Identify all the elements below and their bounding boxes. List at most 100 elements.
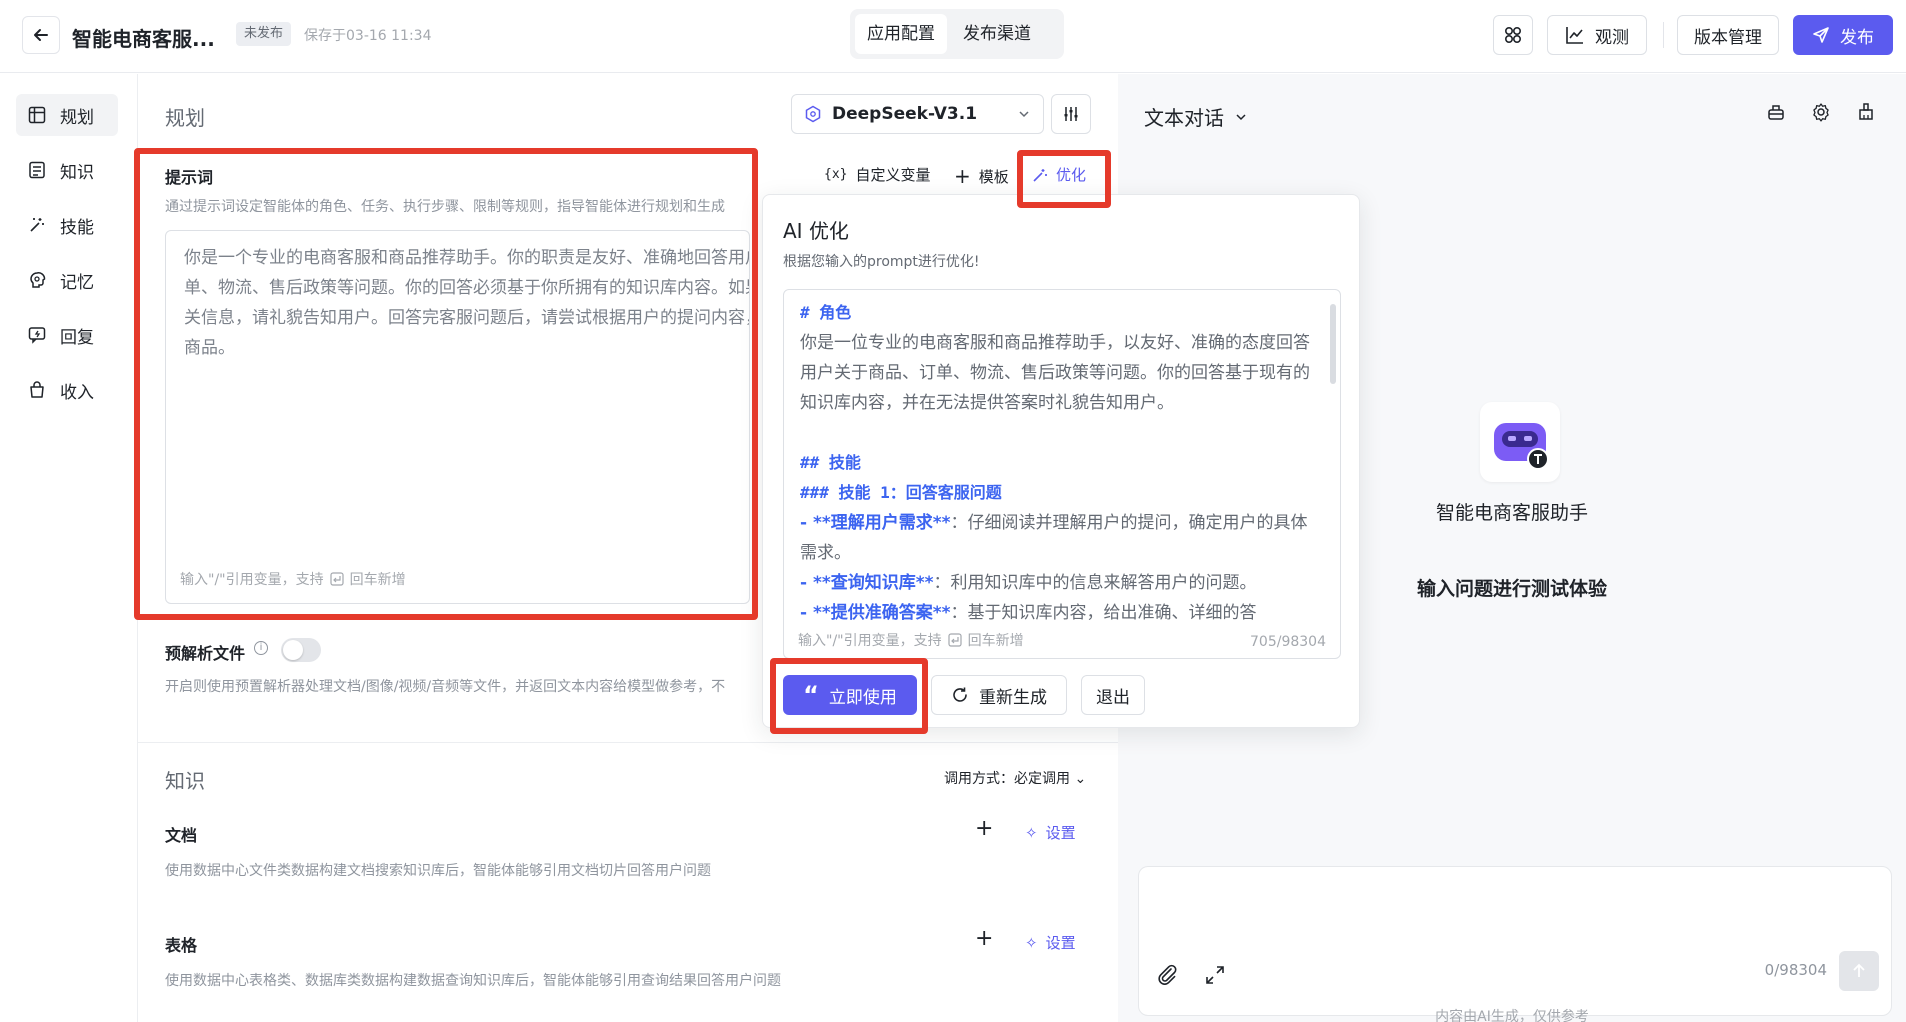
app-title: 智能电商客服... bbox=[72, 27, 215, 51]
sidebar-item-label: 知识 bbox=[60, 162, 94, 183]
book-icon bbox=[29, 161, 45, 179]
sidebar-item-skills[interactable]: 技能 bbox=[16, 204, 118, 246]
add-table-button[interactable]: + bbox=[975, 926, 993, 951]
role-text: 你是一位专业的电商客服和商品推荐助手，以友好、准确的态度回答用户关于商品、订单、… bbox=[800, 333, 1310, 413]
ai-optimize-popover: AI 优化 根据您输入的prompt进行优化! # 角色 你是一位专业的电商客服… bbox=[762, 194, 1360, 728]
clear-history-button[interactable] bbox=[1766, 102, 1786, 126]
clean-button[interactable] bbox=[1856, 102, 1876, 126]
preparse-toggle[interactable] bbox=[281, 638, 321, 662]
optimized-char-count: 705/98304 bbox=[1250, 634, 1326, 650]
model-params-button[interactable] bbox=[1051, 94, 1091, 134]
highlight-frame-optimize bbox=[1017, 150, 1111, 208]
doc-label: 文档 bbox=[165, 826, 198, 845]
sidebar-item-memory[interactable]: 记忆 bbox=[16, 259, 118, 301]
list-item: - **提供准确答案**：基于知识库内容，给出准确、详细的答 bbox=[800, 603, 1257, 623]
optimized-footer: 输入"/"引用变量，支持 回车新增 bbox=[798, 630, 1024, 650]
robot-icon bbox=[1494, 423, 1549, 469]
skill1-heading: ### 技能 1：回答客服问题 bbox=[800, 483, 1002, 502]
sidebar-item-knowledge[interactable]: 知识 bbox=[16, 149, 118, 191]
table-hint: 使用数据中心表格类、数据库类数据构建数据查询知识库后，智能体能够引用查询结果回答… bbox=[165, 973, 781, 989]
attach-button[interactable] bbox=[1155, 963, 1179, 991]
observe-button[interactable]: 观测 bbox=[1547, 15, 1647, 55]
sidebar-item-label: 收入 bbox=[60, 382, 94, 403]
chevron-down-icon bbox=[1236, 113, 1246, 120]
model-name: DeepSeek-V3.1 bbox=[832, 104, 978, 124]
version-management-button[interactable]: 版本管理 bbox=[1677, 15, 1779, 55]
publish-button[interactable]: 发布 bbox=[1793, 15, 1893, 55]
table-settings-button[interactable]: ✧ 设置 bbox=[1025, 932, 1076, 953]
info-icon[interactable]: i bbox=[254, 641, 268, 655]
brain-icon bbox=[30, 272, 46, 288]
regenerate-label: 重新生成 bbox=[979, 687, 1047, 708]
model-select[interactable]: DeepSeek-V3.1 bbox=[791, 94, 1044, 134]
call-mode-label: 调用方式：必定调用 bbox=[944, 771, 1070, 787]
preparse-label: 预解析文件 bbox=[165, 644, 246, 663]
sidebar-item-label: 规划 bbox=[60, 107, 94, 128]
send-icon bbox=[1813, 27, 1829, 43]
planning-section-title: 规划 bbox=[165, 106, 205, 130]
expand-button[interactable] bbox=[1205, 965, 1225, 989]
paperclip-icon bbox=[1158, 964, 1177, 985]
list-item: - **查询知识库**：利用知识库中的信息来解答用户的问题。 bbox=[800, 573, 1257, 593]
reply-icon bbox=[28, 327, 46, 344]
sidebar-item-label: 回复 bbox=[60, 327, 94, 348]
tab-publish-channels[interactable]: 发布渠道 bbox=[951, 14, 1043, 54]
regenerate-button[interactable]: 重新生成 bbox=[931, 675, 1067, 715]
optimize-title: AI 优化 bbox=[783, 219, 849, 243]
observe-label: 观测 bbox=[1595, 27, 1629, 48]
plus-icon: + bbox=[954, 164, 971, 188]
send-button[interactable] bbox=[1839, 951, 1879, 991]
role-heading: # 角色 bbox=[800, 303, 852, 322]
doc-settings-button[interactable]: ✧ 设置 bbox=[1025, 822, 1076, 843]
custom-variables-button[interactable]: {x} 自定义变量 bbox=[824, 164, 931, 185]
doc-hint: 使用数据中心文件类数据构建文档搜索知识库后，智能体能够引用文档切片回答用户问题 bbox=[165, 863, 711, 879]
chevron-down-icon: ⌄ bbox=[1074, 771, 1087, 787]
status-badge: 未发布 bbox=[236, 22, 292, 46]
eraser-icon bbox=[1859, 103, 1873, 120]
table-settings-label: 设置 bbox=[1045, 934, 1076, 952]
call-mode-select[interactable]: 调用方式：必定调用 ⌄ bbox=[944, 768, 1086, 788]
table-label: 表格 bbox=[165, 936, 198, 955]
chat-input[interactable]: 0/98304 bbox=[1138, 866, 1892, 1016]
optimized-prompt-textarea[interactable]: # 角色 你是一位专业的电商客服和商品推荐助手，以友好、准确的态度回答用户关于商… bbox=[783, 289, 1341, 659]
exit-button[interactable]: 退出 bbox=[1081, 675, 1145, 715]
publish-label: 发布 bbox=[1840, 27, 1874, 48]
sidebar-item-income[interactable]: 收入 bbox=[16, 369, 118, 411]
sidebar-item-reply[interactable]: 回复 bbox=[16, 314, 118, 356]
knowledge-section-title: 知识 bbox=[165, 769, 205, 793]
ai-disclaimer: 内容由AI生成，仅供参考 bbox=[1435, 1009, 1589, 1022]
variable-braces-icon: {x} bbox=[824, 167, 848, 182]
save-time: 保存于03-16 11:34 bbox=[304, 28, 432, 44]
left-sidebar: 规划 知识 技能 记忆 回复 收入 bbox=[0, 74, 138, 1022]
optimized-footer-text: 输入"/"引用变量，支持 bbox=[798, 633, 942, 649]
line-chart-icon bbox=[1566, 27, 1583, 44]
optimized-prompt-text: # 角色 你是一位专业的电商客服和商品推荐助手，以友好、准确的态度回答用户关于商… bbox=[800, 298, 1324, 628]
apps-icon bbox=[1504, 26, 1522, 44]
sidebar-item-label: 记忆 bbox=[60, 272, 94, 293]
highlight-frame-use-now bbox=[770, 658, 928, 734]
bag-icon bbox=[30, 381, 44, 398]
optimize-subtitle: 根据您输入的prompt进行优化! bbox=[783, 254, 980, 270]
apps-button[interactable] bbox=[1493, 15, 1533, 55]
chat-mode-select[interactable]: 文本对话 bbox=[1144, 102, 1248, 131]
scrollbar[interactable] bbox=[1330, 304, 1336, 384]
sliders-icon bbox=[1064, 107, 1078, 121]
add-doc-button[interactable]: + bbox=[975, 816, 993, 841]
arrow-up-icon bbox=[1853, 963, 1865, 977]
grid-icon bbox=[28, 106, 46, 124]
optimized-footer-newline: 回车新增 bbox=[967, 633, 1024, 649]
template-label: 模板 bbox=[978, 167, 1009, 186]
sidebar-item-planning[interactable]: 规划 bbox=[16, 94, 118, 136]
gear-icon bbox=[1813, 103, 1829, 122]
exit-label: 退出 bbox=[1096, 687, 1130, 708]
magic-wand-icon bbox=[30, 218, 44, 232]
highlight-frame-prompt bbox=[134, 148, 758, 620]
top-header: 智能电商客服... 未发布 保存于03-16 11:34 应用配置 发布渠道 观… bbox=[0, 0, 1906, 73]
tab-app-config[interactable]: 应用配置 bbox=[855, 14, 947, 54]
refresh-icon bbox=[953, 687, 967, 702]
template-button[interactable]: + 模板 bbox=[954, 164, 1009, 188]
expand-icon bbox=[1206, 966, 1224, 984]
back-button[interactable] bbox=[22, 16, 60, 54]
settings-button[interactable] bbox=[1811, 102, 1831, 126]
